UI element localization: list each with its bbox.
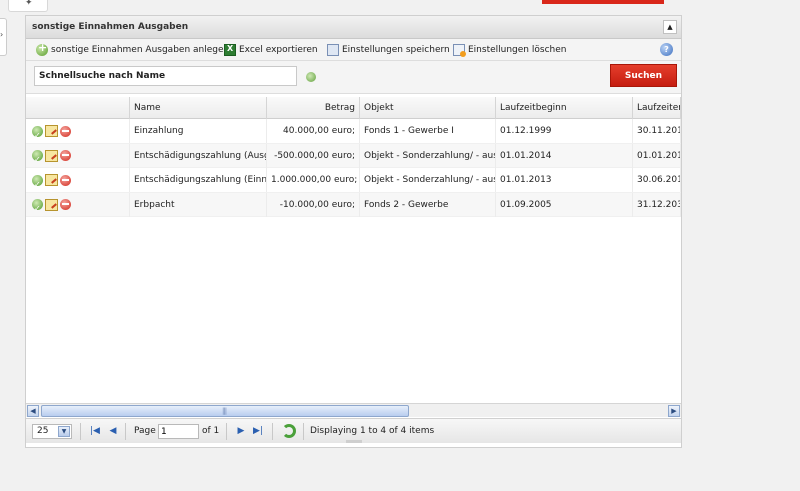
edit-icon[interactable]: [45, 198, 58, 211]
separator: [272, 423, 273, 440]
pagination-bar: 25 ▼ |◀ ◀ Page of 1 ▶ ▶| Displaying 1 to…: [26, 418, 681, 443]
separator: [80, 423, 81, 440]
delete-icon[interactable]: [60, 199, 71, 210]
column-header-betrag[interactable]: Betrag: [267, 97, 360, 119]
add-entry-label: sonstige Einnahmen Ausgaben anlegen: [51, 45, 230, 55]
cell-betrag: 40.000,00 euro;: [267, 119, 360, 143]
delete-settings-icon: [453, 44, 466, 57]
add-entry-button[interactable]: sonstige Einnahmen Ausgaben anlegen: [36, 41, 230, 57]
sidebar-expand-handle[interactable]: ›: [0, 18, 7, 56]
edit-icon[interactable]: [45, 149, 58, 162]
panel-header: sonstige Einnahmen Ausgaben ▲: [26, 16, 681, 39]
grip-icon: |||: [222, 407, 227, 415]
last-page-icon[interactable]: ▶|: [252, 425, 264, 437]
page-size-select[interactable]: 25 ▼: [32, 424, 72, 439]
table-row[interactable]: Erbpacht -10.000,00 euro; Fonds 2 - Gewe…: [26, 192, 681, 217]
delete-settings-button[interactable]: Einstellungen löschen: [453, 43, 566, 57]
top-accent-bar: [542, 0, 664, 4]
panel-title: sonstige Einnahmen Ausgaben: [32, 22, 189, 32]
delete-icon[interactable]: [60, 174, 71, 186]
search-input[interactable]: [34, 66, 297, 86]
cell-betrag: -500.000,00 euro;: [267, 143, 360, 168]
cell-laufzeitbeginn: 01.09.2005: [496, 192, 633, 217]
pin-icon: ✦: [25, 0, 33, 8]
cell-betrag: -10.000,00 euro;: [267, 192, 360, 217]
scrollbar-thumb[interactable]: |||: [41, 405, 409, 417]
table-row[interactable]: Einzahlung 40.000,00 euro; Fonds 1 - Gew…: [26, 119, 681, 144]
refresh-icon[interactable]: [282, 424, 296, 438]
page-number-input[interactable]: [158, 424, 199, 439]
cell-objekt: Fonds 1 - Gewerbe I: [360, 119, 496, 143]
column-header-name[interactable]: Name: [130, 97, 267, 119]
data-grid: Name Betrag Objekt Laufzeitbeginn Laufze…: [26, 97, 681, 402]
cell-name: Entschädigungszahlung (Ausgab: [130, 143, 267, 168]
cell-laufzeitbeginn: 01.01.2014: [496, 143, 633, 168]
page-size-value: 25: [37, 426, 49, 436]
excel-icon: [224, 44, 236, 56]
cell-betrag: 1.000.000,00 euro;: [267, 168, 360, 192]
excel-export-label: Excel exportieren: [239, 45, 318, 55]
separator: [125, 423, 126, 440]
display-info: Displaying 1 to 4 of 4 items: [310, 426, 435, 436]
add-icon: [36, 41, 48, 56]
prev-page-icon[interactable]: ◀: [107, 425, 119, 437]
excel-export-button[interactable]: Excel exportieren: [224, 43, 318, 57]
chevron-right-icon: ›: [0, 30, 4, 39]
column-header-objekt[interactable]: Objekt: [360, 97, 496, 119]
cell-name: Einzahlung: [130, 119, 267, 143]
cell-laufzeitende: 01.01.201: [633, 143, 681, 168]
edit-icon[interactable]: [45, 125, 58, 137]
top-bar: ✦: [0, 0, 800, 14]
cell-objekt: Objekt - Sonderzahlung/ - ausga: [360, 168, 496, 192]
column-header-laufzeitbeginn[interactable]: Laufzeitbeginn: [496, 97, 633, 119]
cell-laufzeitbeginn: 01.12.1999: [496, 119, 633, 143]
search-button[interactable]: Suchen: [610, 64, 677, 87]
first-page-icon[interactable]: |◀: [89, 425, 101, 437]
next-page-icon[interactable]: ▶: [235, 425, 247, 437]
cell-objekt: Fonds 2 - Gewerbe: [360, 192, 496, 217]
delete-settings-label: Einstellungen löschen: [468, 45, 567, 55]
cell-name: Entschädigungszahlung (Einnahi: [130, 168, 267, 192]
column-header-laufzeitende[interactable]: Laufzeiten: [633, 97, 681, 119]
cell-name: Erbpacht: [130, 192, 267, 217]
page-count-label: of 1: [202, 426, 220, 436]
horizontal-scrollbar[interactable]: ◀ ||| ▶: [26, 403, 681, 417]
confirm-icon[interactable]: [32, 197, 43, 217]
delete-icon[interactable]: [60, 125, 71, 137]
help-icon[interactable]: ?: [660, 43, 673, 56]
save-settings-label: Einstellungen speichern: [342, 45, 450, 55]
main-panel: sonstige Einnahmen Ausgaben ▲ sonstige E…: [25, 15, 682, 448]
search-clear-icon[interactable]: [306, 72, 316, 82]
resize-handle[interactable]: [346, 440, 362, 443]
confirm-icon[interactable]: [32, 173, 43, 192]
scroll-left-icon[interactable]: ◀: [27, 405, 39, 417]
save-settings-icon: [327, 44, 339, 56]
cell-objekt: Objekt - Sonderzahlung/ - ausga: [360, 143, 496, 168]
table-row[interactable]: Entschädigungszahlung (Einnahi 1.000.000…: [26, 168, 681, 193]
top-tab[interactable]: ✦: [8, 0, 48, 12]
confirm-icon[interactable]: [32, 124, 43, 143]
cell-laufzeitende: 31.12.203: [633, 192, 681, 217]
cell-laufzeitende: 30.11.201: [633, 119, 681, 143]
cell-laufzeitende: 30.06.201: [633, 168, 681, 192]
separator: [303, 423, 304, 440]
scroll-right-icon[interactable]: ▶: [668, 405, 680, 417]
page-label: Page: [134, 426, 156, 436]
confirm-icon[interactable]: [32, 148, 43, 168]
toolbar: sonstige Einnahmen Ausgaben anlegen Exce…: [26, 39, 681, 61]
edit-icon[interactable]: [45, 174, 58, 186]
separator: [226, 423, 227, 440]
collapse-button[interactable]: ▲: [663, 20, 677, 34]
column-header-actions: [26, 97, 130, 119]
cell-laufzeitbeginn: 01.01.2013: [496, 168, 633, 192]
save-settings-button[interactable]: Einstellungen speichern: [327, 43, 450, 57]
delete-icon[interactable]: [60, 150, 71, 161]
chevron-down-icon[interactable]: ▼: [58, 426, 70, 437]
table-row[interactable]: Entschädigungszahlung (Ausgab -500.000,0…: [26, 143, 681, 168]
grid-header: Name Betrag Objekt Laufzeitbeginn Laufze…: [26, 97, 681, 119]
search-bar: Suchen: [26, 61, 681, 94]
